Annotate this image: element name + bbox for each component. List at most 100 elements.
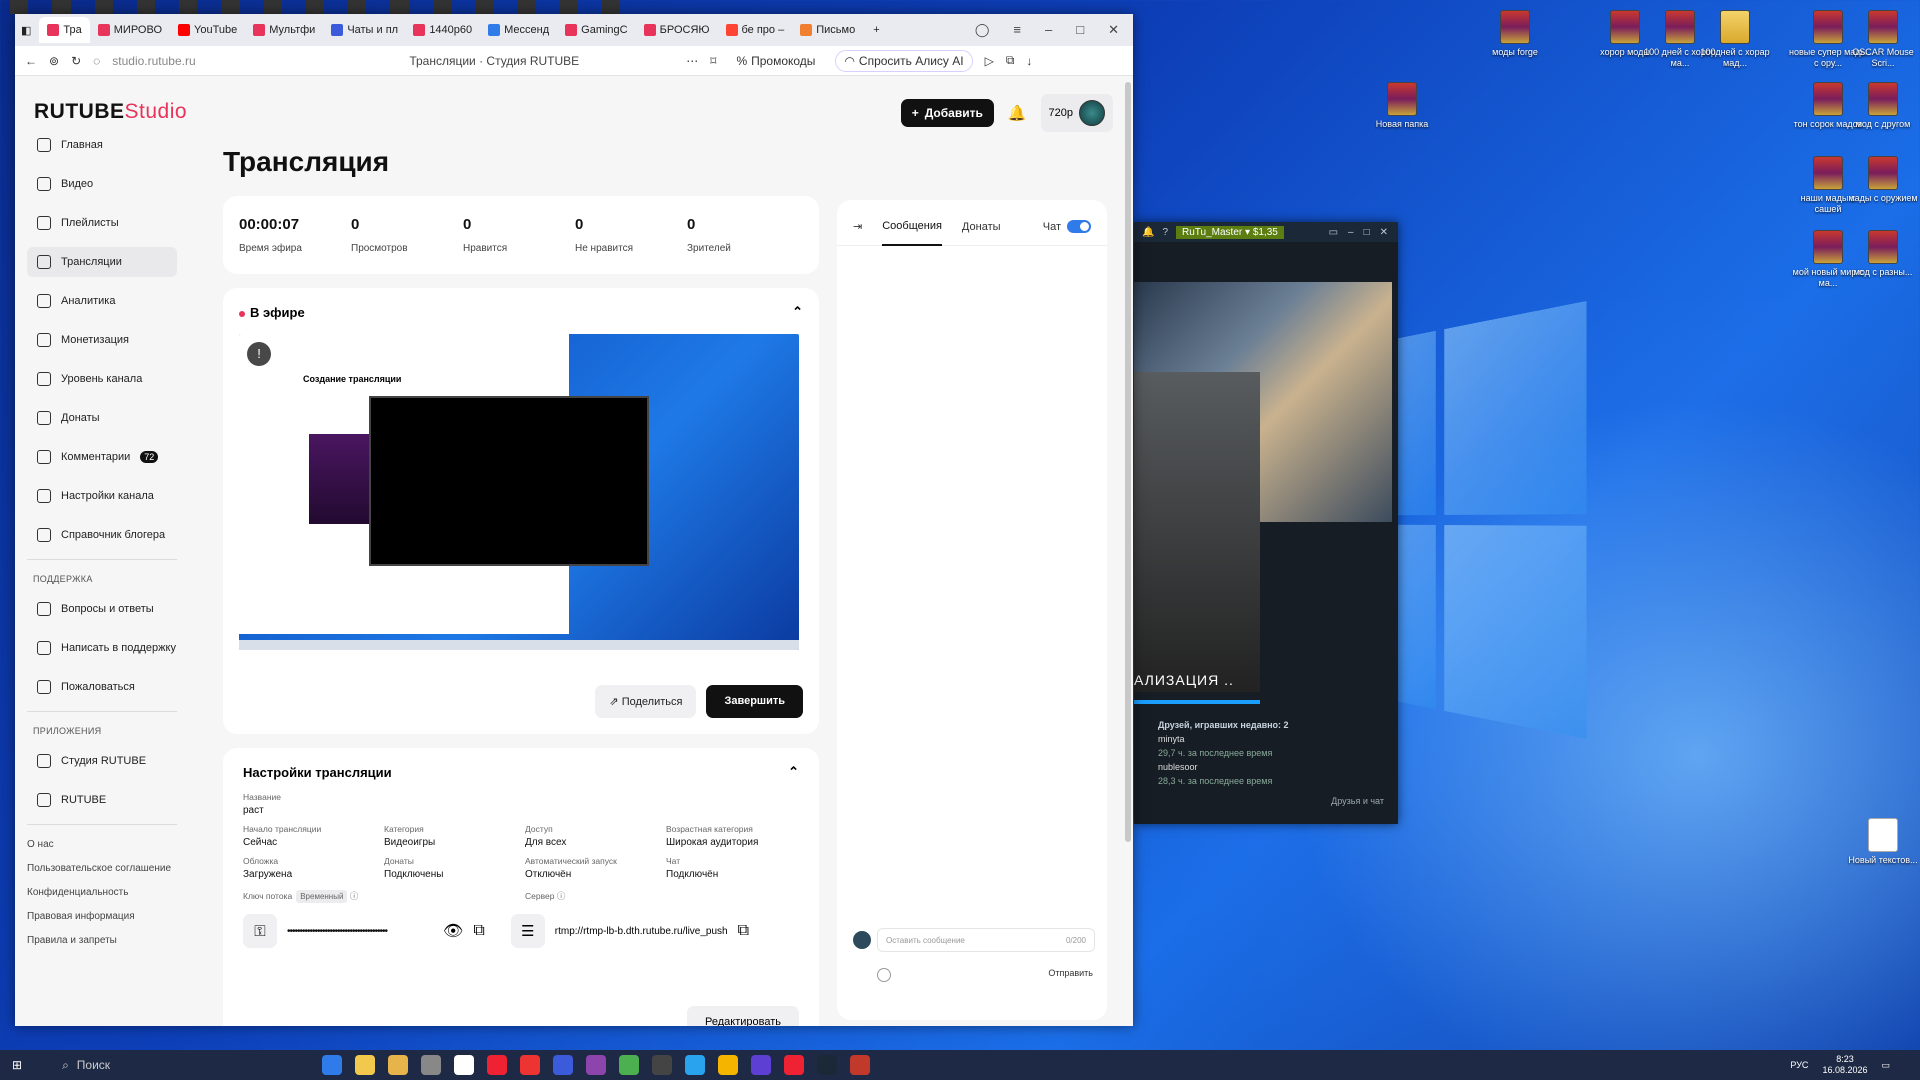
friends-chat-button[interactable]: Друзья и чат [1331, 796, 1384, 806]
sidebar-item-1[interactable]: Видео [27, 169, 177, 199]
eye-icon[interactable]: 👁 [443, 921, 463, 941]
tab-10[interactable]: Письмо [792, 17, 863, 43]
archive-icon [1665, 10, 1695, 44]
collapse-chat-icon[interactable]: ⇥ [853, 220, 862, 245]
desktop-icon[interactable]: OSCAR Mouse Scri... [1843, 10, 1920, 69]
tab-4[interactable]: Чаты и пл [323, 17, 405, 43]
new-tab-button[interactable]: + [863, 24, 889, 36]
settings-title: Настройки трансляции [243, 764, 392, 780]
collections-icon[interactable]: ⧉ [1006, 53, 1015, 68]
footer-link[interactable]: Пользовательское соглашение [27, 857, 177, 881]
collapse-icon[interactable]: ⌃ [788, 764, 799, 780]
close-icon[interactable]: ✕ [1108, 22, 1119, 38]
footer-link[interactable]: Конфиденциальность [27, 881, 177, 905]
favicon-icon [413, 24, 426, 36]
sidebar-item-10[interactable]: Справочник блогера [27, 520, 177, 550]
apps-item-0[interactable]: Студия RUTUBE [27, 746, 177, 776]
chat-toggle[interactable] [1067, 220, 1091, 233]
search-box[interactable]: ⌕ Поиск [62, 1058, 262, 1073]
quality-badge[interactable]: 720р [1040, 94, 1113, 132]
server-url[interactable]: rtmp://rtmp-lb-b.dth.rutube.ru/live_push [555, 926, 728, 937]
rutube-studio-logo[interactable]: RUTUBEStudio [34, 100, 187, 124]
tab-2[interactable]: YouTube [170, 17, 245, 43]
copy-icon[interactable]: ⧉ [738, 922, 749, 940]
menu-icon[interactable]: ≡ [1013, 22, 1021, 38]
tab-9[interactable]: бе про – [718, 17, 793, 43]
sidebar-item-8[interactable]: Комментарии 72 [27, 442, 177, 472]
sidebar-item-6[interactable]: Уровень канала [27, 364, 177, 394]
tab-3[interactable]: Мультфи [245, 17, 323, 43]
tab-5[interactable]: 1440р60 [405, 17, 480, 43]
steam-user[interactable]: RuTu_Master ▾ $1,35 [1176, 225, 1284, 239]
tab-0[interactable]: Тра [39, 17, 90, 43]
studio-page: RUTUBEStudio + Добавить 🔔 720р Главная Ви… [15, 76, 1133, 1026]
desktop-icon[interactable]: Новый текстов... [1843, 818, 1920, 866]
emoji-icon[interactable] [877, 968, 891, 982]
share-button[interactable]: ⇗ Поделиться [595, 685, 697, 718]
sidebar-item-3[interactable]: Трансляции [27, 247, 177, 277]
system-tray[interactable]: РУС 8:23 16.08.2026 ▭ [1790, 1054, 1920, 1076]
tab-donates[interactable]: Донаты [962, 221, 1001, 245]
minimize-icon[interactable]: – [1045, 22, 1052, 38]
alice-button[interactable]: ◠ Спросить Алису AI [835, 49, 973, 72]
tab-8[interactable]: БРОСЯЮ [636, 17, 718, 43]
info-icon[interactable]: ! [247, 342, 271, 366]
add-button[interactable]: + Добавить [900, 99, 994, 127]
message-input[interactable]: Оставить сообщение 0/200 [877, 928, 1095, 952]
send-button[interactable]: Отправить [1048, 968, 1093, 978]
live-card: В эфире ⌃ Создание трансляции ! ⇗ Поделит… [223, 288, 819, 734]
tab-6[interactable]: Мессенд [480, 17, 557, 43]
collapse-icon[interactable]: ⌃ [792, 304, 803, 320]
sidebar-item-9[interactable]: Настройки канала [27, 481, 177, 511]
url-field[interactable]: studio.rutube.ru [112, 54, 302, 68]
tab-messages[interactable]: Сообщения [882, 220, 942, 246]
desktop-icon[interactable]: мод с разны... [1843, 230, 1920, 278]
start-icon[interactable]: ⊞ [12, 1058, 22, 1072]
desktop-icon[interactable]: Новая папка [1362, 82, 1442, 130]
browser-window[interactable]: ◧ Тра МИРОВО YouTube Мультфи Чаты и пл 1440р6… [15, 14, 1133, 1026]
sidebar-item-7[interactable]: Донаты [27, 403, 177, 433]
back-icon[interactable]: ← [25, 54, 37, 68]
promo-button[interactable]: % Промокоды [728, 51, 823, 71]
stream-preview[interactable]: Создание трансляции ! [239, 334, 799, 650]
profile-icon[interactable]: ◯ [975, 22, 990, 38]
tab-7[interactable]: GamingC [557, 17, 635, 43]
support-item-0[interactable]: Вопросы и ответы [27, 594, 177, 624]
copy-icon[interactable]: ⧉ [473, 922, 484, 940]
desktop-icon[interactable]: моды forge [1475, 10, 1555, 58]
shield-icon[interactable]: ⊚ [49, 54, 59, 68]
sidebar-item-0[interactable]: Главная [27, 130, 177, 160]
footer-link[interactable]: Правовая информация [27, 905, 177, 929]
page-scrollbar[interactable] [1125, 82, 1131, 842]
finish-button[interactable]: Завершить [706, 685, 803, 718]
footer-link[interactable]: О нас [27, 833, 177, 857]
support-item-2[interactable]: Пожаловаться [27, 672, 177, 702]
desktop-icon[interactable]: мод с другом [1843, 82, 1920, 130]
play-icon[interactable]: ▷ [985, 54, 994, 68]
download-icon[interactable]: ↓ [1026, 54, 1032, 68]
avatar[interactable] [1079, 100, 1105, 126]
sidebar-item-2[interactable]: Плейлисты [27, 208, 177, 238]
apps-item-1[interactable]: RUTUBE [27, 785, 177, 815]
sidebar-toggle-icon[interactable]: ◧ [21, 24, 31, 37]
favicon-icon [178, 24, 190, 36]
bookmark-icon[interactable]: ⌑ [710, 54, 716, 68]
taskbar-apps[interactable] [322, 1055, 871, 1075]
edit-button[interactable]: Редактировать [687, 1006, 799, 1026]
desktop-icon[interactable]: 100дней с хорар мад... [1695, 10, 1775, 69]
support-item-1[interactable]: Написать в поддержку [27, 633, 177, 663]
sidebar-item-4[interactable]: Аналитика [27, 286, 177, 316]
tab-1[interactable]: МИРОВО [90, 17, 170, 43]
maximize-icon[interactable]: □ [1076, 22, 1084, 38]
server-icon: ☰ [510, 914, 545, 948]
more-icon[interactable]: ⋯ [686, 54, 698, 68]
notification-icon[interactable]: 🔔 [1008, 104, 1027, 122]
stream-key-field[interactable]: •••••••••••••••••••••••••••••••••••••••• [287, 926, 433, 937]
desktop-icon[interactable]: мады с оружием [1843, 156, 1920, 204]
steam-window[interactable]: 🔔? RuTu_Master ▾ $1,35 ▭–□✕ АЛИЗАЦИЯ .. … [1134, 222, 1398, 824]
tab-strip: ◧ Тра МИРОВО YouTube Мультфи Чаты и пл 1440р6… [15, 14, 1133, 46]
sidebar-item-5[interactable]: Монетизация [27, 325, 177, 355]
bell-icon[interactable]: 🔔 [1142, 227, 1154, 238]
reload-icon[interactable]: ↻ [71, 54, 81, 68]
footer-link[interactable]: Правила и запреты [27, 929, 177, 953]
